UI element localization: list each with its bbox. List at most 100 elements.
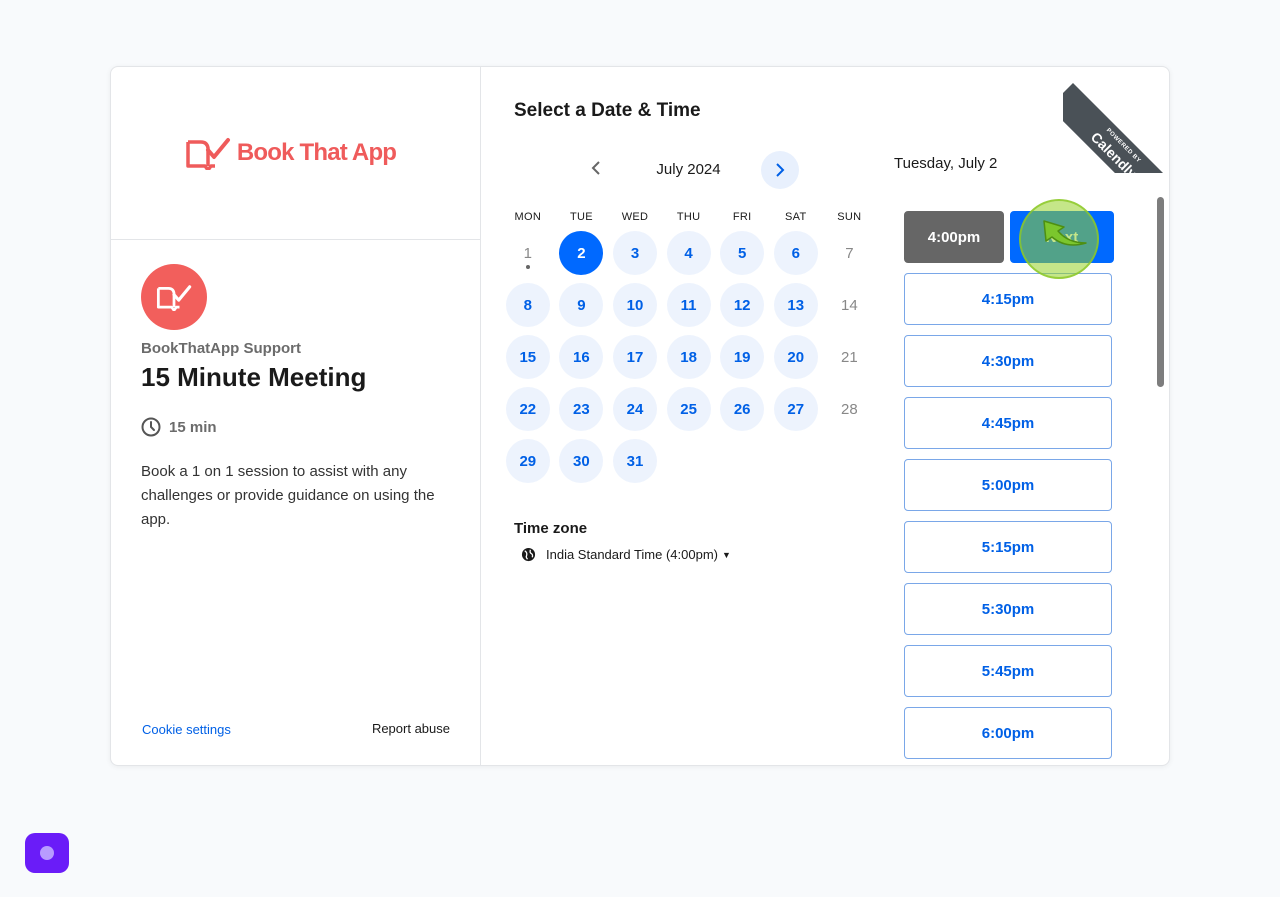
- time-slot-button[interactable]: 5:45pm: [904, 645, 1112, 697]
- event-details-panel: Book That App BookThatApp Support 15 Min…: [111, 67, 481, 765]
- calendar-day[interactable]: 18: [666, 335, 711, 379]
- scrollbar-thumb[interactable]: [1157, 197, 1164, 387]
- slot-row: 5:15pm: [904, 521, 1114, 573]
- weekday-label: WED: [621, 211, 649, 223]
- calendar-day[interactable]: 31: [612, 439, 657, 483]
- time-slot-button[interactable]: 4:45pm: [904, 397, 1112, 449]
- weekday-label: MON: [514, 211, 542, 223]
- calendar-day[interactable]: 24: [612, 387, 657, 431]
- calendar-day-cell: 3: [608, 231, 662, 283]
- timezone-label: Time zone: [514, 520, 588, 537]
- event-description: Book a 1 on 1 session to assist with any…: [141, 463, 435, 528]
- globe-icon: [521, 547, 536, 562]
- selected-time-slot[interactable]: 4:00pm: [904, 211, 1005, 263]
- powered-by-calendly-badge[interactable]: POWERED BY Calendly: [1063, 67, 1169, 173]
- report-abuse-link[interactable]: Report abuse: [372, 721, 450, 736]
- timezone-select[interactable]: India Standard Time (4:00pm) ▼: [521, 547, 731, 562]
- calendar-day-selected[interactable]: 2: [559, 231, 604, 275]
- time-slot-button[interactable]: 5:30pm: [904, 583, 1112, 635]
- calendar-day[interactable]: 8: [505, 283, 550, 327]
- day-number: 11: [680, 296, 697, 314]
- calendar-day[interactable]: 30: [559, 439, 604, 483]
- calendar-day-cell: 25: [662, 387, 716, 439]
- day-number: 21: [841, 348, 858, 366]
- calendar-day-cell: 20: [769, 335, 823, 387]
- calendar-day-cell: 18: [662, 335, 716, 387]
- calendar-day[interactable]: 29: [505, 439, 550, 483]
- day-number: 25: [680, 400, 697, 418]
- month-label: July 2024: [656, 161, 721, 178]
- calendar-day-cell: 26: [715, 387, 769, 439]
- weekday-header: MON TUE WED THU FRI SAT SUN: [501, 211, 876, 223]
- calendar-day: 21: [827, 335, 871, 379]
- calendar-day-cell: 10: [608, 283, 662, 335]
- calendar-day[interactable]: 20: [773, 335, 818, 379]
- cookie-settings-link[interactable]: Cookie settings: [142, 722, 231, 737]
- host-name: BookThatApp Support: [141, 340, 301, 357]
- weekday-label: FRI: [732, 211, 752, 223]
- calendar-day[interactable]: 12: [720, 283, 765, 327]
- calendar-day[interactable]: 17: [612, 335, 657, 379]
- calendar-day[interactable]: 6: [773, 231, 818, 275]
- calendar-day[interactable]: 22: [505, 387, 550, 431]
- slot-row: 5:30pm: [904, 583, 1114, 635]
- calendar-day[interactable]: 4: [666, 231, 711, 275]
- calendar-day-cell: 22: [501, 387, 555, 439]
- time-slot-button[interactable]: 4:15pm: [904, 273, 1112, 325]
- day-number: 23: [573, 400, 590, 418]
- calendar-day[interactable]: 19: [720, 335, 765, 379]
- calendar-day[interactable]: 9: [559, 283, 604, 327]
- next-month-button[interactable]: [761, 151, 799, 189]
- calendar-day[interactable]: 25: [666, 387, 711, 431]
- calendar-day[interactable]: 13: [773, 283, 818, 327]
- calendar-day[interactable]: 5: [720, 231, 765, 275]
- calendar-day-cell: 19: [715, 335, 769, 387]
- time-slot-button[interactable]: 5:00pm: [904, 459, 1112, 511]
- calendar-day-cell: 31: [608, 439, 662, 491]
- day-number: 20: [787, 348, 805, 366]
- day-number: 8: [523, 296, 532, 314]
- brand-logo: Book That App: [111, 67, 480, 240]
- calendar-day-cell: 27: [769, 387, 823, 439]
- day-number: 28: [841, 400, 858, 418]
- today-indicator-dot: [525, 265, 530, 269]
- time-slot-button[interactable]: 6:00pm: [904, 707, 1112, 759]
- slot-row: 5:45pm: [904, 645, 1114, 697]
- day-number: 3: [630, 244, 640, 262]
- calendar-day[interactable]: 15: [505, 335, 550, 379]
- day-number: 6: [791, 244, 800, 262]
- calendar-day[interactable]: 23: [559, 387, 604, 431]
- calendar-day[interactable]: 27: [773, 387, 818, 431]
- time-slot-list: 4:00pm Next 4:15pm4:30pm4:45pm5:00pm5:15…: [904, 211, 1114, 765]
- calendar-day-cell: 14: [823, 283, 877, 335]
- day-number: 5: [738, 244, 747, 262]
- scheduler-heading: Select a Date & Time: [514, 100, 701, 121]
- calendar-day-cell: 23: [555, 387, 609, 439]
- calendar-day-cell: 11: [662, 283, 716, 335]
- chevron-left-icon: [591, 161, 600, 175]
- timezone-value: India Standard Time (4:00pm): [546, 547, 718, 562]
- calendar-day[interactable]: 26: [720, 387, 765, 431]
- day-number: 26: [733, 400, 751, 418]
- day-number: 2: [577, 244, 586, 262]
- time-slot-button[interactable]: 5:15pm: [904, 521, 1112, 573]
- calendar-day[interactable]: 3: [612, 231, 657, 275]
- duration-label: 15 min: [169, 418, 217, 436]
- calendar-day-cell: 4: [662, 231, 716, 283]
- day-number: 19: [733, 348, 751, 366]
- day-number: 14: [841, 296, 858, 314]
- time-slot-button[interactable]: 4:30pm: [904, 335, 1112, 387]
- calendar-day[interactable]: 10: [612, 283, 657, 327]
- calendar-day-cell: 6: [769, 231, 823, 283]
- prev-month-button[interactable]: [581, 153, 611, 183]
- calendar-day-cell: 24: [608, 387, 662, 439]
- calendar-day-cell: 7: [823, 231, 877, 283]
- booking-card: Book That App BookThatApp Support 15 Min…: [110, 66, 1170, 766]
- chat-widget-button[interactable]: [25, 833, 69, 873]
- calendar-day[interactable]: 11: [666, 283, 711, 327]
- day-number: 15: [519, 348, 537, 366]
- calendar-day[interactable]: 16: [559, 335, 604, 379]
- ribbon-band: POWERED BY Calendly: [1063, 83, 1169, 173]
- clock-icon: [141, 417, 161, 437]
- day-number: 9: [577, 296, 586, 314]
